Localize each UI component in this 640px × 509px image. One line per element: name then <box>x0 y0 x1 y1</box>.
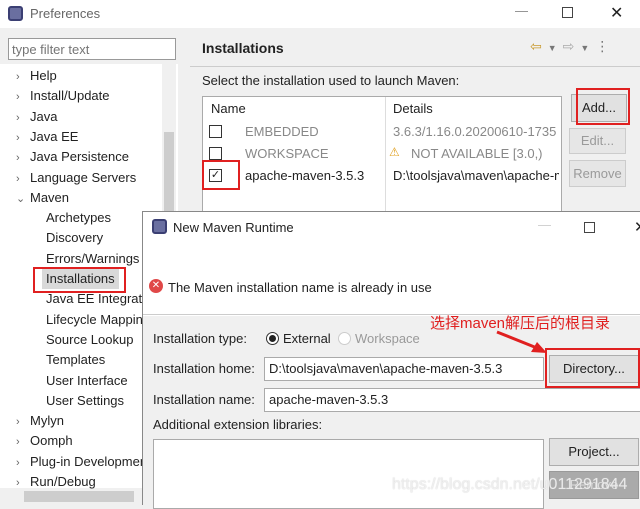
row-checkbox[interactable] <box>209 125 222 138</box>
tree-item-label: Java <box>30 109 57 124</box>
page-nav: ⇦▼⇨▼⋮ <box>530 38 615 55</box>
tree-item-label: Templates <box>46 352 105 367</box>
tree-item-label: Lifecycle Mappings <box>46 312 157 327</box>
forward-icon[interactable]: ⇨ <box>563 38 581 54</box>
tree-item-label: Oomph <box>30 433 73 448</box>
installations-table: Name Details EMBEDDED 3.6.3/1.16.0.20200… <box>202 96 562 216</box>
chevron-right-icon[interactable]: › <box>16 453 30 472</box>
tree-item-label: Errors/Warnings <box>46 251 139 266</box>
libraries-label: Additional extension libraries: <box>153 417 322 432</box>
installation-name-input[interactable]: apache-maven-3.5.3 <box>264 388 640 412</box>
row-details: 3.6.3/1.16.0.20200610-1735 <box>393 124 556 139</box>
highlight-installations <box>33 267 126 293</box>
separator <box>190 66 640 67</box>
installation-home-input[interactable]: D:\toolsjava\maven\apache-maven-3.5.3 <box>264 357 544 381</box>
annotation-arrow <box>495 330 555 360</box>
remove-button[interactable]: Remove <box>569 160 626 187</box>
tree-item-label: Archetypes <box>46 210 111 225</box>
tree-item[interactable]: ›Java <box>16 107 166 127</box>
libraries-list[interactable] <box>153 439 544 509</box>
radio-external[interactable] <box>266 332 279 345</box>
dialog-title-bar: New Maven Runtime — ✕ ✕ The Maven instal… <box>143 212 640 316</box>
table-row[interactable]: EMBEDDED 3.6.3/1.16.0.20200610-1735 <box>203 121 561 143</box>
row-details: D:\toolsjava\maven\apache-maven-3.5.3 <box>393 168 559 183</box>
radio-workspace[interactable] <box>338 332 351 345</box>
tree-item-label: Java EE <box>30 129 78 144</box>
column-header-name[interactable]: Name <box>211 101 246 116</box>
tree-item[interactable]: ›Java EE <box>16 127 166 147</box>
installation-name-label: Installation name: <box>153 392 255 407</box>
error-message: The Maven installation name is already i… <box>168 280 432 295</box>
tree-item[interactable]: ›Install/Update <box>16 86 166 106</box>
tree-item-label: User Interface <box>46 373 128 388</box>
tree-item-label: Discovery <box>46 230 103 245</box>
tree-item-label: Run/Debug <box>30 474 96 489</box>
chevron-right-icon[interactable]: › <box>16 412 30 431</box>
chevron-right-icon[interactable]: › <box>16 169 30 188</box>
chevron-right-icon[interactable]: › <box>16 87 30 106</box>
maximize-button[interactable] <box>562 7 573 18</box>
chevron-right-icon[interactable]: › <box>16 67 30 86</box>
installation-home-label: Installation home: <box>153 361 255 376</box>
dropdown-icon[interactable]: ▼ <box>548 43 563 53</box>
back-icon[interactable]: ⇦ <box>530 38 548 54</box>
close-button[interactable]: ✕ <box>610 3 623 23</box>
tree-item-label: Install/Update <box>30 88 110 103</box>
column-header-details[interactable]: Details <box>393 101 433 116</box>
row-name: apache-maven-3.5.3 <box>245 168 364 183</box>
row-checkbox[interactable] <box>209 147 222 160</box>
minimize-button[interactable]: — <box>515 3 528 18</box>
radio-workspace-label: Workspace <box>355 331 420 346</box>
row-name: WORKSPACE <box>245 146 329 161</box>
table-row[interactable]: WORKSPACE ⚠ NOT AVAILABLE [3.0,) <box>203 143 561 165</box>
highlight-checkbox <box>202 160 240 190</box>
table-row[interactable]: ✓ apache-maven-3.5.3 D:\toolsjava\maven\… <box>203 165 561 187</box>
row-details: NOT AVAILABLE [3.0,) <box>411 146 543 161</box>
minimize-button[interactable]: — <box>538 217 551 232</box>
title-bar: Preferences — ✕ <box>0 0 640 28</box>
tree-item[interactable]: ›Help <box>16 66 166 86</box>
highlight-add <box>576 88 630 125</box>
chevron-right-icon[interactable]: › <box>16 128 30 147</box>
tree-item-label: Help <box>30 68 57 83</box>
edit-button[interactable]: Edit... <box>569 128 626 154</box>
tree-item-label: Plug-in Development <box>30 454 151 469</box>
chevron-right-icon[interactable]: › <box>16 108 30 127</box>
eclipse-icon <box>152 219 167 234</box>
maximize-button[interactable] <box>584 222 595 233</box>
eclipse-icon <box>8 6 23 21</box>
chevron-right-icon[interactable]: › <box>16 473 30 492</box>
tree-item[interactable]: ›Language Servers <box>16 168 166 188</box>
row-name: EMBEDDED <box>245 124 319 139</box>
page-title: Installations <box>202 40 284 56</box>
chevron-right-icon[interactable]: › <box>16 148 30 167</box>
chevron-down-icon[interactable]: ⌄ <box>16 189 30 208</box>
project-button[interactable]: Project... <box>549 438 639 466</box>
highlight-directory <box>545 348 640 388</box>
error-icon: ✕ <box>149 279 163 293</box>
installation-type-label: Installation type: <box>153 331 247 346</box>
tree-item-label: User Settings <box>46 393 124 408</box>
tree-item[interactable]: ⌄Maven <box>16 188 166 208</box>
window-title: Preferences <box>30 6 100 21</box>
chevron-right-icon[interactable]: › <box>16 432 30 451</box>
tree-item-label: Language Servers <box>30 170 136 185</box>
instruction: Select the installation used to launch M… <box>202 73 459 88</box>
close-button[interactable]: ✕ <box>634 218 640 236</box>
dropdown-icon[interactable]: ▼ <box>580 43 595 53</box>
dialog-title: New Maven Runtime <box>173 220 294 235</box>
tree-item-label: Source Lookup <box>46 332 133 347</box>
menu-icon[interactable]: ⋮ <box>595 38 615 54</box>
tree-item-label: Maven <box>30 190 69 205</box>
tree-item-label: Java Persistence <box>30 149 129 164</box>
warning-icon: ⚠ <box>389 145 400 159</box>
tree-item-label: Mylyn <box>30 413 64 428</box>
tree-item[interactable]: ›Java Persistence <box>16 147 166 167</box>
radio-external-label: External <box>283 331 331 346</box>
filter-input[interactable] <box>8 38 176 60</box>
watermark: https://blog.csdn.net/u011291844 <box>392 476 627 494</box>
